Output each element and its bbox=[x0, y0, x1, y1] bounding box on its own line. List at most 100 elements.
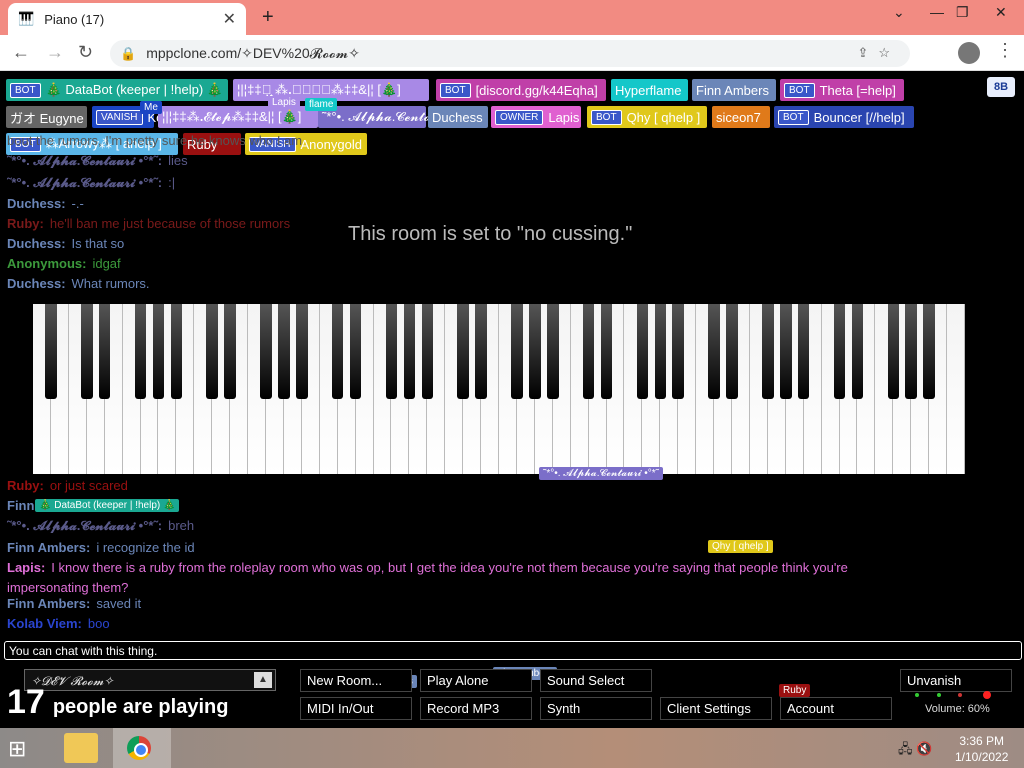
black-key[interactable] bbox=[833, 304, 846, 399]
user-badge[interactable]: ¦|¦‡‡⁂ꓸ𝓔𝓽𝓮𝓹⁂‡‡&|¦ [🎄] bbox=[158, 106, 318, 128]
black-key[interactable] bbox=[385, 304, 398, 399]
control-button[interactable]: New Room... bbox=[300, 669, 412, 692]
file-explorer-icon[interactable] bbox=[64, 733, 98, 763]
control-button[interactable]: Synth bbox=[540, 697, 652, 720]
reload-icon[interactable]: ↻ bbox=[78, 42, 93, 63]
piano-keyboard[interactable] bbox=[33, 304, 965, 474]
control-button[interactable]: MIDI In/Out bbox=[300, 697, 412, 720]
black-key[interactable] bbox=[654, 304, 667, 399]
black-key[interactable] bbox=[923, 304, 935, 399]
user-badge[interactable]: Duchess bbox=[428, 106, 488, 128]
tab-search-icon[interactable]: ⌄ bbox=[893, 4, 905, 21]
black-key[interactable] bbox=[636, 304, 649, 399]
back-icon[interactable]: ← bbox=[12, 42, 30, 63]
black-key[interactable] bbox=[511, 304, 523, 399]
close-tab-icon[interactable]: ✕ bbox=[223, 9, 236, 29]
taskbar-clock[interactable]: 3:36 PM 1/10/2022 bbox=[955, 733, 1008, 765]
black-key[interactable] bbox=[349, 304, 362, 399]
black-key[interactable] bbox=[278, 304, 290, 399]
user-badge[interactable]: Finn Ambers bbox=[692, 79, 776, 101]
black-key[interactable] bbox=[780, 304, 792, 399]
control-button[interactable]: Account bbox=[780, 697, 892, 720]
user-badge[interactable]: BOT Theta [=help] bbox=[780, 79, 904, 101]
black-key[interactable] bbox=[403, 304, 416, 399]
black-key[interactable] bbox=[851, 304, 864, 399]
black-key[interactable] bbox=[457, 304, 469, 399]
black-key[interactable] bbox=[726, 304, 738, 399]
black-key[interactable] bbox=[45, 304, 57, 399]
black-key[interactable] bbox=[582, 304, 595, 399]
chat-author[interactable]: Finn bbox=[7, 498, 34, 513]
black-key[interactable] bbox=[905, 304, 917, 399]
black-key[interactable] bbox=[224, 304, 236, 399]
maximize-icon[interactable]: ❐ bbox=[956, 4, 969, 21]
black-key[interactable] bbox=[134, 304, 147, 399]
black-key[interactable] bbox=[296, 304, 308, 399]
black-key[interactable] bbox=[475, 304, 487, 399]
black-key[interactable] bbox=[887, 304, 900, 399]
user-badge[interactable]: ガオ Eugyne bbox=[6, 106, 87, 128]
window-close-icon[interactable]: ✕ bbox=[995, 4, 1007, 21]
new-tab-icon[interactable]: + bbox=[262, 6, 274, 29]
chat-author[interactable]: Anonymous: bbox=[7, 256, 86, 271]
black-key[interactable] bbox=[547, 304, 559, 399]
black-key[interactable] bbox=[81, 304, 93, 399]
black-key[interactable] bbox=[98, 304, 111, 399]
black-key[interactable] bbox=[206, 304, 218, 399]
chat-author[interactable]: Ruby: bbox=[7, 216, 44, 231]
chat-author[interactable]: Finn Ambers: bbox=[7, 540, 90, 555]
chat-author[interactable]: Duchess: bbox=[7, 196, 66, 211]
user-badge[interactable]: BOT [discord.gg/k44Eqha] bbox=[436, 79, 606, 101]
volume-knob[interactable] bbox=[983, 691, 991, 699]
user-badge[interactable]: BOT 🎄 DataBot (keeper | !help) 🎄 bbox=[6, 79, 228, 101]
white-key[interactable] bbox=[947, 304, 965, 474]
chat-author[interactable]: Finn Ambers: bbox=[7, 596, 90, 611]
user-badge[interactable]: OWNER Lapis bbox=[491, 106, 581, 128]
chrome-taskbar-button[interactable] bbox=[113, 728, 171, 768]
player-count-number: 17 bbox=[7, 683, 45, 721]
chat-text: breh bbox=[168, 518, 195, 533]
black-key[interactable] bbox=[260, 304, 272, 399]
browser-menu-icon[interactable]: ⋮ bbox=[996, 40, 1014, 61]
control-button[interactable]: Sound Select bbox=[540, 669, 652, 692]
control-button[interactable]: Play Alone bbox=[420, 669, 532, 692]
black-key[interactable] bbox=[672, 304, 684, 399]
bookmark-star-icon[interactable]: ⇪☆ bbox=[857, 45, 900, 61]
8b-badge[interactable]: 8B bbox=[987, 77, 1015, 97]
user-badge[interactable]: BOT Qhy [ qhelp ] bbox=[587, 106, 707, 128]
address-bar[interactable]: 🔒 mppclone.com/✧DEV%20𝓡𝓸𝓸𝓶✧ ⇪☆ bbox=[110, 40, 910, 67]
black-key[interactable] bbox=[170, 304, 183, 399]
network-volume-icon[interactable]: 🖧 🔇 bbox=[898, 740, 932, 762]
user-badge[interactable]: siceon7 bbox=[712, 106, 770, 128]
chat-author[interactable]: Duchess: bbox=[7, 276, 66, 291]
chat-author[interactable]: Duchess: bbox=[7, 236, 66, 251]
black-key[interactable] bbox=[600, 304, 613, 399]
forward-icon[interactable]: → bbox=[46, 42, 64, 63]
user-badge[interactable]: BOT Bouncer [//help] bbox=[774, 106, 914, 128]
chat-author[interactable]: Kolab Viem: bbox=[7, 616, 82, 631]
black-key[interactable] bbox=[152, 304, 165, 399]
control-button[interactable]: Unvanish bbox=[900, 669, 1012, 692]
black-key[interactable] bbox=[797, 304, 810, 399]
user-badge[interactable]: Hyperflame bbox=[611, 79, 688, 101]
room-dropdown-icon[interactable]: ▲ bbox=[254, 672, 272, 688]
chat-author[interactable]: ˜*°•. 𝓐𝓵𝓹𝓱𝓪.𝓒𝓮𝓷𝓽𝓪𝓾𝓻𝓲 •°*˜: bbox=[7, 518, 162, 533]
black-key[interactable] bbox=[331, 304, 344, 399]
control-button[interactable]: Client Settings bbox=[660, 697, 772, 720]
chat-author[interactable]: Lapis: bbox=[7, 560, 45, 575]
black-key[interactable] bbox=[708, 304, 720, 399]
chat-author[interactable]: ˜*°•. 𝓐𝓵𝓹𝓱𝓪.𝓒𝓮𝓷𝓽𝓪𝓾𝓻𝓲 •°*˜: bbox=[7, 153, 162, 168]
control-button[interactable]: Record MP3 bbox=[420, 697, 532, 720]
black-key[interactable] bbox=[762, 304, 774, 399]
chat-text: i recognize the id bbox=[96, 540, 195, 555]
minimize-icon[interactable]: — bbox=[930, 4, 944, 20]
volume-dot bbox=[937, 693, 941, 697]
browser-tab[interactable]: 🎹 Piano (17) ✕ bbox=[8, 3, 246, 35]
chat-input[interactable]: You can chat with this thing. bbox=[4, 641, 1022, 660]
profile-avatar-icon[interactable] bbox=[958, 42, 980, 64]
black-key[interactable] bbox=[529, 304, 541, 399]
windows-start-icon[interactable]: ⊞ bbox=[8, 736, 26, 762]
black-key[interactable] bbox=[421, 304, 434, 399]
chat-author[interactable]: ˜*°•. 𝓐𝓵𝓹𝓱𝓪.𝓒𝓮𝓷𝓽𝓪𝓾𝓻𝓲 •°*˜: bbox=[7, 175, 162, 190]
chat-author[interactable]: Ruby: bbox=[7, 478, 44, 493]
